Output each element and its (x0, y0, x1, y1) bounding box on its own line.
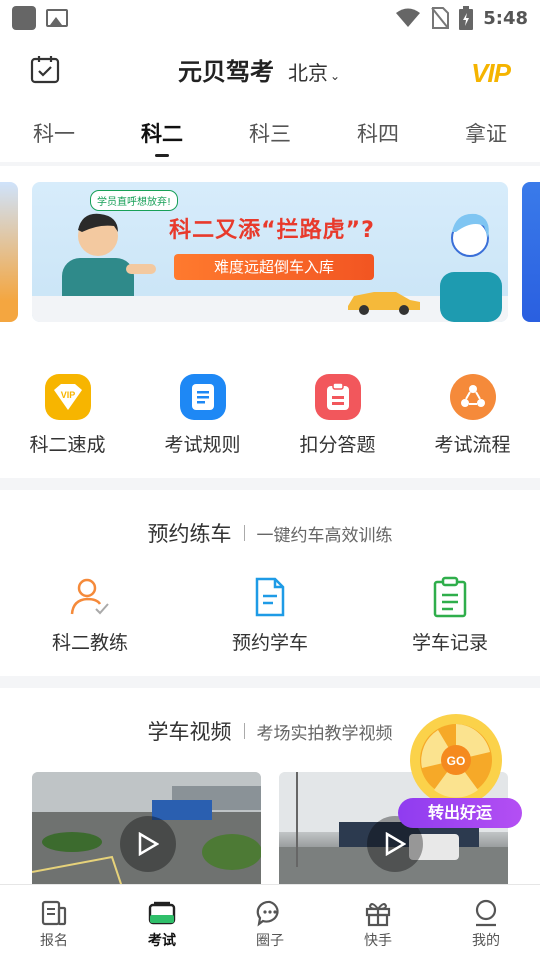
video-subtitle: 考场实拍教学视频 (256, 723, 393, 744)
chevron-down-icon: ⌄ (330, 69, 341, 83)
nav-label: 圈子 (256, 933, 284, 949)
nav-label: 我的 (472, 933, 500, 949)
nav-profile[interactable]: 我的 (432, 885, 540, 960)
status-time: 5:48 (483, 7, 528, 29)
promo-banner[interactable]: 学员直呼想放弃! 科二又添“拦路虎”? 难度远超倒车入库 (32, 182, 508, 322)
quick-item-exam-rules[interactable]: 考试规则 (135, 374, 270, 478)
clipboard-minus-icon (314, 374, 361, 420)
booking-subtitle: 一键约车高效训练 (256, 525, 393, 546)
bottom-navigation: 报名 考试 圈子 快手 我的 (0, 884, 540, 960)
profile-icon (475, 899, 497, 927)
nav-label: 快手 (364, 933, 392, 949)
svg-text:VIP: VIP (60, 390, 75, 400)
vip-logo[interactable]: VIP (471, 58, 511, 89)
booking-section: 预约练车 一键约车高效训练 科二教练 预约学车 学车记录 (0, 490, 540, 676)
nav-kuaishou[interactable]: 快手 (324, 885, 432, 960)
tab-subject-3[interactable]: 科三 (216, 104, 324, 162)
file-icon (255, 577, 285, 617)
quick-menu: VIP 科二速成 考试规则 扣分答题 考试流程 (0, 338, 540, 478)
vip-badge-icon: VIP (44, 374, 91, 420)
flow-icon (449, 374, 496, 420)
divider (243, 723, 245, 739)
image-notification-icon (46, 9, 68, 27)
quick-item-penalty-quiz[interactable]: 扣分答题 (270, 374, 405, 478)
quick-item-exam-process[interactable]: 考试流程 (405, 374, 540, 478)
battery-charging-icon (459, 6, 474, 30)
signup-icon (41, 900, 67, 926)
quick-item-label: 考试规则 (164, 434, 241, 456)
quick-item-label: 考试流程 (434, 434, 511, 456)
banner-next-slide[interactable] (522, 182, 540, 322)
lucky-spin-button[interactable]: 转出好运 (398, 798, 522, 828)
app-title: 元贝驾考 (178, 58, 274, 86)
video-thumbnail-1[interactable] (32, 772, 261, 887)
booking-item-label: 预约学车 (231, 632, 308, 654)
nav-community[interactable]: 圈子 (216, 885, 324, 960)
lucky-wheel-widget[interactable]: GO 转出好运 (398, 700, 522, 830)
booking-item-label: 学车记录 (411, 632, 488, 654)
subject-tabs: 科一 科二 科三 科四 拿证 (0, 104, 540, 162)
booking-title: 预约练车 (147, 522, 232, 546)
nav-label: 报名 (40, 933, 68, 949)
app-notification-icon (12, 6, 36, 30)
exam-icon (148, 901, 176, 925)
banner-headline: 科二又添“拦路虎”? (169, 218, 375, 243)
car-illustration (348, 292, 420, 315)
tab-subject-1[interactable]: 科一 (0, 104, 108, 162)
banner-subline: 难度远超倒车入库 (174, 254, 374, 280)
booking-item-records[interactable]: 学车记录 (360, 576, 540, 655)
prize-wheel-icon: GO (410, 714, 502, 806)
video-title: 学车视频 (147, 720, 232, 744)
nav-label: 考试 (148, 933, 176, 949)
record-icon (433, 576, 467, 618)
quick-item-label: 科二速成 (29, 434, 106, 456)
play-icon (138, 832, 159, 856)
quick-item-fast-track[interactable]: VIP 科二速成 (0, 374, 135, 478)
lucky-spin-label: 转出好运 (427, 803, 492, 822)
status-bar: 5:48 (0, 0, 540, 36)
city-selector[interactable]: 北京 ⌄ (288, 57, 340, 86)
banner-carousel[interactable]: 学员直呼想放弃! 科二又添“拦路虎”? 难度远超倒车入库 (0, 166, 540, 338)
booking-item-label: 科二教练 (51, 632, 128, 654)
divider (243, 525, 245, 541)
quick-item-label: 扣分答题 (299, 434, 376, 456)
tab-license[interactable]: 拿证 (432, 104, 540, 162)
app-header: 元贝驾考 北京 ⌄ VIP (0, 36, 540, 104)
document-icon (179, 374, 226, 420)
chat-icon (256, 900, 279, 927)
tab-subject-2[interactable]: 科二 (108, 104, 216, 162)
coach-icon (70, 578, 109, 615)
banner-tag: 学员直呼想放弃! (90, 190, 179, 211)
booking-item-reserve[interactable]: 预约学车 (180, 576, 360, 655)
nav-exam[interactable]: 考试 (108, 885, 216, 960)
play-button[interactable] (120, 816, 176, 872)
no-sim-icon (431, 7, 450, 29)
tab-subject-4[interactable]: 科四 (324, 104, 432, 162)
city-label: 北京 (288, 61, 328, 85)
play-icon (385, 832, 406, 856)
calendar-icon[interactable] (30, 54, 60, 84)
booking-item-coach[interactable]: 科二教练 (0, 576, 180, 655)
nav-signup[interactable]: 报名 (0, 885, 108, 960)
banner-prev-slide[interactable] (0, 182, 18, 322)
student-illustration (440, 213, 502, 322)
wheel-go-label: GO (447, 754, 466, 768)
gift-icon (365, 903, 391, 927)
wifi-icon (396, 8, 421, 27)
